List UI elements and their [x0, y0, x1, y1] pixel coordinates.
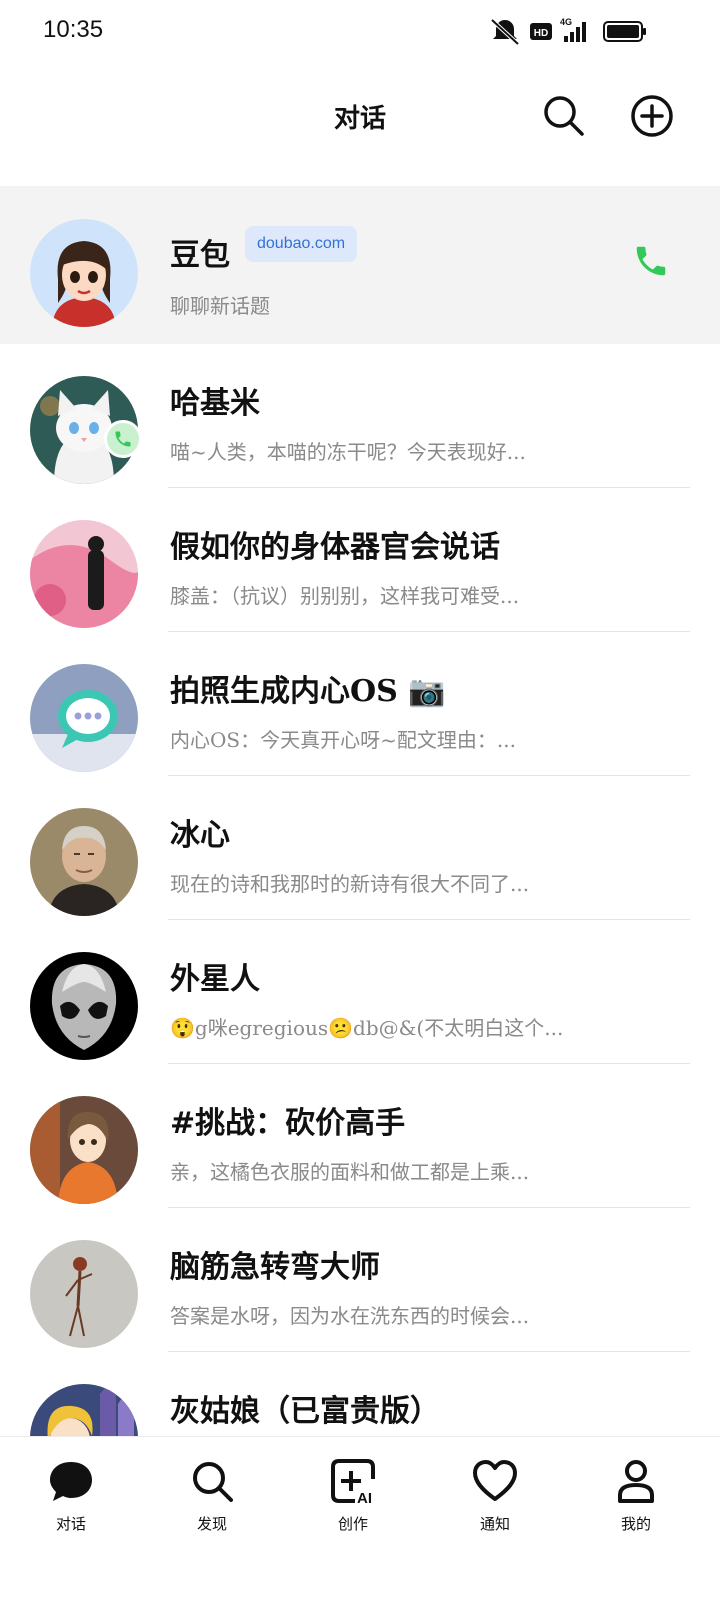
pink-figure-avatar-icon — [30, 520, 138, 628]
tab-label: 我的 — [620, 1515, 651, 1533]
conversation-title: 脑筋急转弯大师 — [170, 1250, 380, 1285]
tab-label: 对话 — [55, 1515, 86, 1533]
conversation-title: 假如你的身体器官会说话 — [170, 530, 500, 565]
conversation-title: 拍照生成内心OS 📷 — [170, 674, 446, 709]
tab-label: 发现 — [196, 1515, 227, 1533]
tab-label: 创作 — [337, 1515, 368, 1533]
status-bar: 10:35 HD 4G — [0, 0, 720, 64]
hd-icon: HD — [530, 23, 552, 40]
conversation-item[interactable]: 拍照生成内心OS 📷 内心OS：今天真开心呀~配文理由：... — [0, 632, 720, 776]
phone-call-icon[interactable] — [632, 242, 670, 280]
search-icon — [193, 1462, 233, 1502]
chat-bubble-icon — [50, 1462, 92, 1501]
conversation-preview: 膝盖：（抗议）别别别，这样我可难受... — [170, 584, 520, 608]
status-icons: HD 4G — [490, 17, 646, 46]
conversation-title: 灰姑娘（已富贵版） — [170, 1394, 440, 1429]
tab-profile[interactable]: 我的 — [586, 1457, 686, 1534]
cinderella-avatar-icon — [30, 1384, 138, 1436]
conversation-item[interactable]: 哈基米 喵~人类，本喵的冻干呢？今天表现好... — [0, 344, 720, 488]
conversation-item[interactable]: 冰心 现在的诗和我那时的新诗有很大不同了... — [0, 776, 720, 920]
search-icon[interactable] — [540, 92, 588, 140]
header: 对话 — [0, 64, 720, 174]
mute-icon — [490, 18, 520, 46]
conversation-preview: 😲g咪egregious😕db@&(不太明白这个... — [170, 1016, 564, 1040]
doubao-avatar-icon — [30, 219, 138, 327]
conversation-item[interactable]: #挑战：砍价高手 亲，这橘色衣服的面料和做工都是上乘... — [0, 1064, 720, 1208]
battery-icon — [603, 21, 646, 42]
conversation-item[interactable]: 假如你的身体器官会说话 膝盖：（抗议）别别别，这样我可难受... — [0, 488, 720, 632]
add-icon[interactable] — [628, 92, 676, 140]
domain-badge: doubao.com — [245, 226, 358, 262]
conversation-title: #挑战：砍价高手 — [170, 1106, 406, 1141]
person-icon — [618, 1460, 654, 1503]
conversation-item[interactable]: 豆包 doubao.com 聊聊新话题 — [0, 186, 720, 344]
conversation-title: 豆包 — [170, 238, 230, 273]
stick-figure-avatar-icon — [30, 1240, 138, 1348]
elderly-woman-avatar-icon — [30, 808, 138, 916]
conversation-title: 哈基米 — [170, 386, 260, 421]
tab-notifications[interactable]: 通知 — [445, 1457, 545, 1534]
tab-label: 通知 — [479, 1515, 510, 1533]
anime-girl-avatar-icon — [30, 1096, 138, 1204]
alien-avatar-icon — [30, 952, 138, 1060]
conversation-preview: 喵~人类，本喵的冻干呢？今天表现好... — [170, 440, 526, 464]
status-time: 10:35 — [43, 16, 104, 43]
phone-badge-icon — [104, 420, 142, 458]
signal-icon: 4G — [560, 17, 586, 42]
svg-text:4G: 4G — [560, 17, 572, 27]
conversation-preview: 现在的诗和我那时的新诗有很大不同了... — [170, 872, 530, 896]
conversation-item[interactable]: 脑筋急转弯大师 答案是水呀，因为水在洗东西的时候会... — [0, 1208, 720, 1352]
page-title: 对话 — [333, 104, 386, 134]
conversation-item[interactable]: 外星人 😲g咪egregious😕db@&(不太明白这个... — [0, 920, 720, 1064]
conversation-preview: 内心OS：今天真开心呀~配文理由：... — [170, 728, 516, 752]
bottom-tab-bar: 对话 发现 AI 创作 通知 我的 — [0, 1436, 720, 1601]
ai-create-icon: AI — [331, 1459, 375, 1505]
conversation-preview: 聊聊新话题 — [170, 294, 270, 318]
conversation-item[interactable]: 灰姑娘（已富贵版） — [0, 1352, 720, 1436]
svg-text:AI: AI — [357, 1490, 372, 1505]
heart-icon — [473, 1460, 517, 1501]
chat-bubble-avatar-icon — [30, 664, 138, 772]
conversation-title: 冰心 — [170, 818, 230, 853]
svg-text:HD: HD — [534, 28, 548, 39]
conversation-title: 外星人 — [170, 962, 260, 997]
conversation-preview: 亲，这橘色衣服的面料和做工都是上乘... — [170, 1160, 530, 1184]
conversation-preview: 答案是水呀，因为水在洗东西的时候会... — [170, 1304, 530, 1328]
tab-chat[interactable]: 对话 — [21, 1457, 121, 1534]
conversation-list[interactable]: 豆包 doubao.com 聊聊新话题 哈基米 喵~人类，本喵的冻干呢？今天表现… — [0, 186, 720, 1436]
tab-discover[interactable]: 发现 — [162, 1457, 262, 1534]
tab-create[interactable]: AI 创作 — [303, 1457, 403, 1534]
